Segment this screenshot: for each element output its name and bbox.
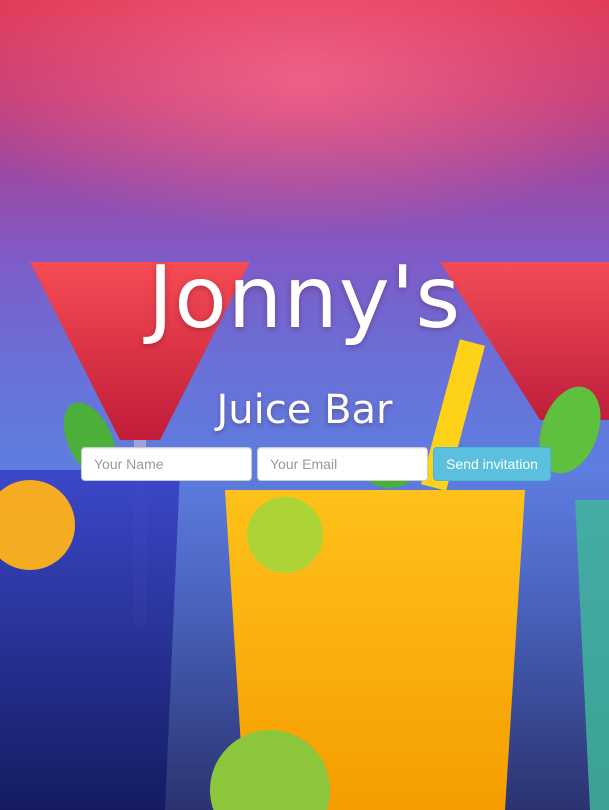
- page-subtitle: Juice Bar: [216, 387, 393, 433]
- invitation-form: Send invitation: [81, 447, 551, 481]
- hero-section: Jonny's Juice Bar Send invitation: [0, 0, 609, 810]
- send-invitation-button[interactable]: Send invitation: [433, 447, 551, 481]
- hero-content: Jonny's Juice Bar Send invitation: [0, 0, 609, 810]
- page-title: Jonny's: [147, 248, 462, 348]
- email-input[interactable]: [257, 447, 428, 481]
- name-input[interactable]: [81, 447, 252, 481]
